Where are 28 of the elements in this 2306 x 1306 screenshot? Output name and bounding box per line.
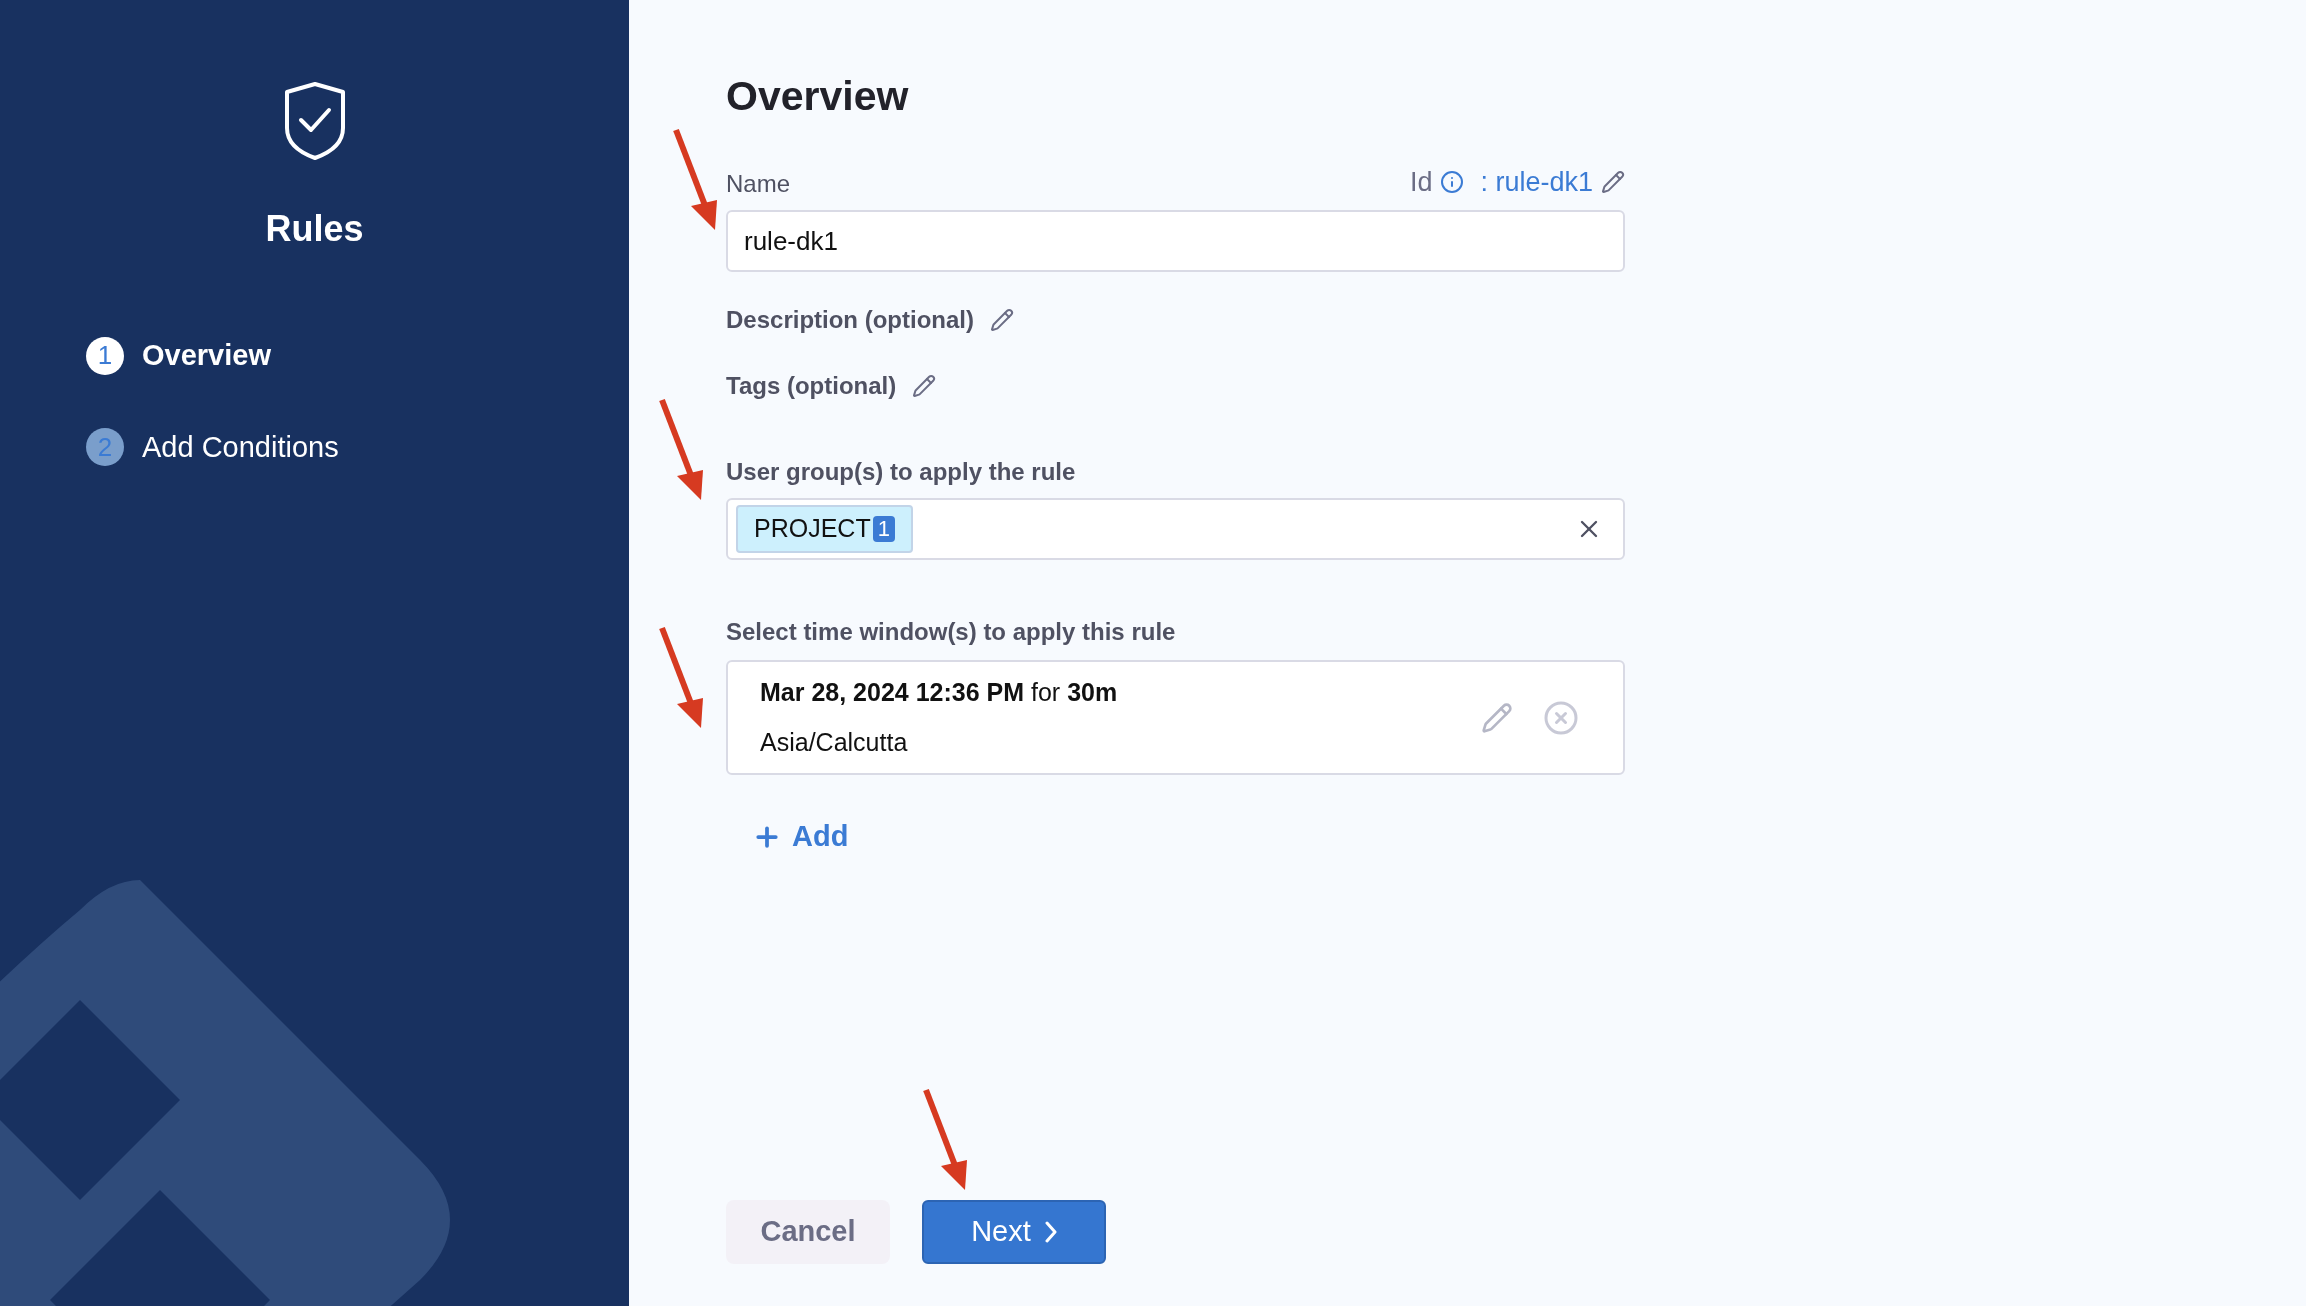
cancel-button[interactable]: Cancel: [726, 1200, 890, 1264]
step-number: 2: [86, 428, 124, 467]
chip-label: PROJECT: [754, 513, 871, 545]
field-label: Name: [726, 169, 791, 199]
info-icon[interactable]: [1440, 169, 1465, 194]
field-label: Description (optional): [726, 305, 974, 335]
timezone-text: Asia/Calcutta: [760, 726, 909, 758]
chip-count: 1: [872, 516, 895, 542]
step-item[interactable]: 1 Overview: [86, 334, 271, 378]
id-value: : rule-dk1: [1480, 165, 1593, 199]
field-label: Tags (optional): [726, 371, 897, 401]
user-group-select[interactable]: PROJECT 1: [726, 498, 1625, 560]
edit-icon[interactable]: [990, 308, 1014, 332]
edit-icon[interactable]: [1601, 169, 1625, 194]
edit-icon[interactable]: [912, 374, 937, 398]
sidebar-title: Rules: [265, 207, 364, 251]
step-number: 1: [86, 336, 124, 375]
field-label: User group(s) to apply the rule: [726, 457, 1077, 487]
shield-check-icon: [282, 82, 347, 162]
step-item[interactable]: 2 Add Conditions: [86, 425, 339, 469]
next-button[interactable]: Next: [922, 1200, 1106, 1264]
page-title: Overview: [726, 72, 910, 121]
time-window-text: Mar 28, 2024 12:36 PM for 30m: [760, 677, 1118, 708]
name-input[interactable]: rule-dk1: [726, 210, 1625, 272]
id-label: Id: [1409, 165, 1433, 199]
add-button[interactable]: Add: [752, 815, 849, 859]
field-label: Select time window(s) to apply this rule: [726, 617, 1177, 647]
chevron-icon: [1044, 1221, 1057, 1243]
